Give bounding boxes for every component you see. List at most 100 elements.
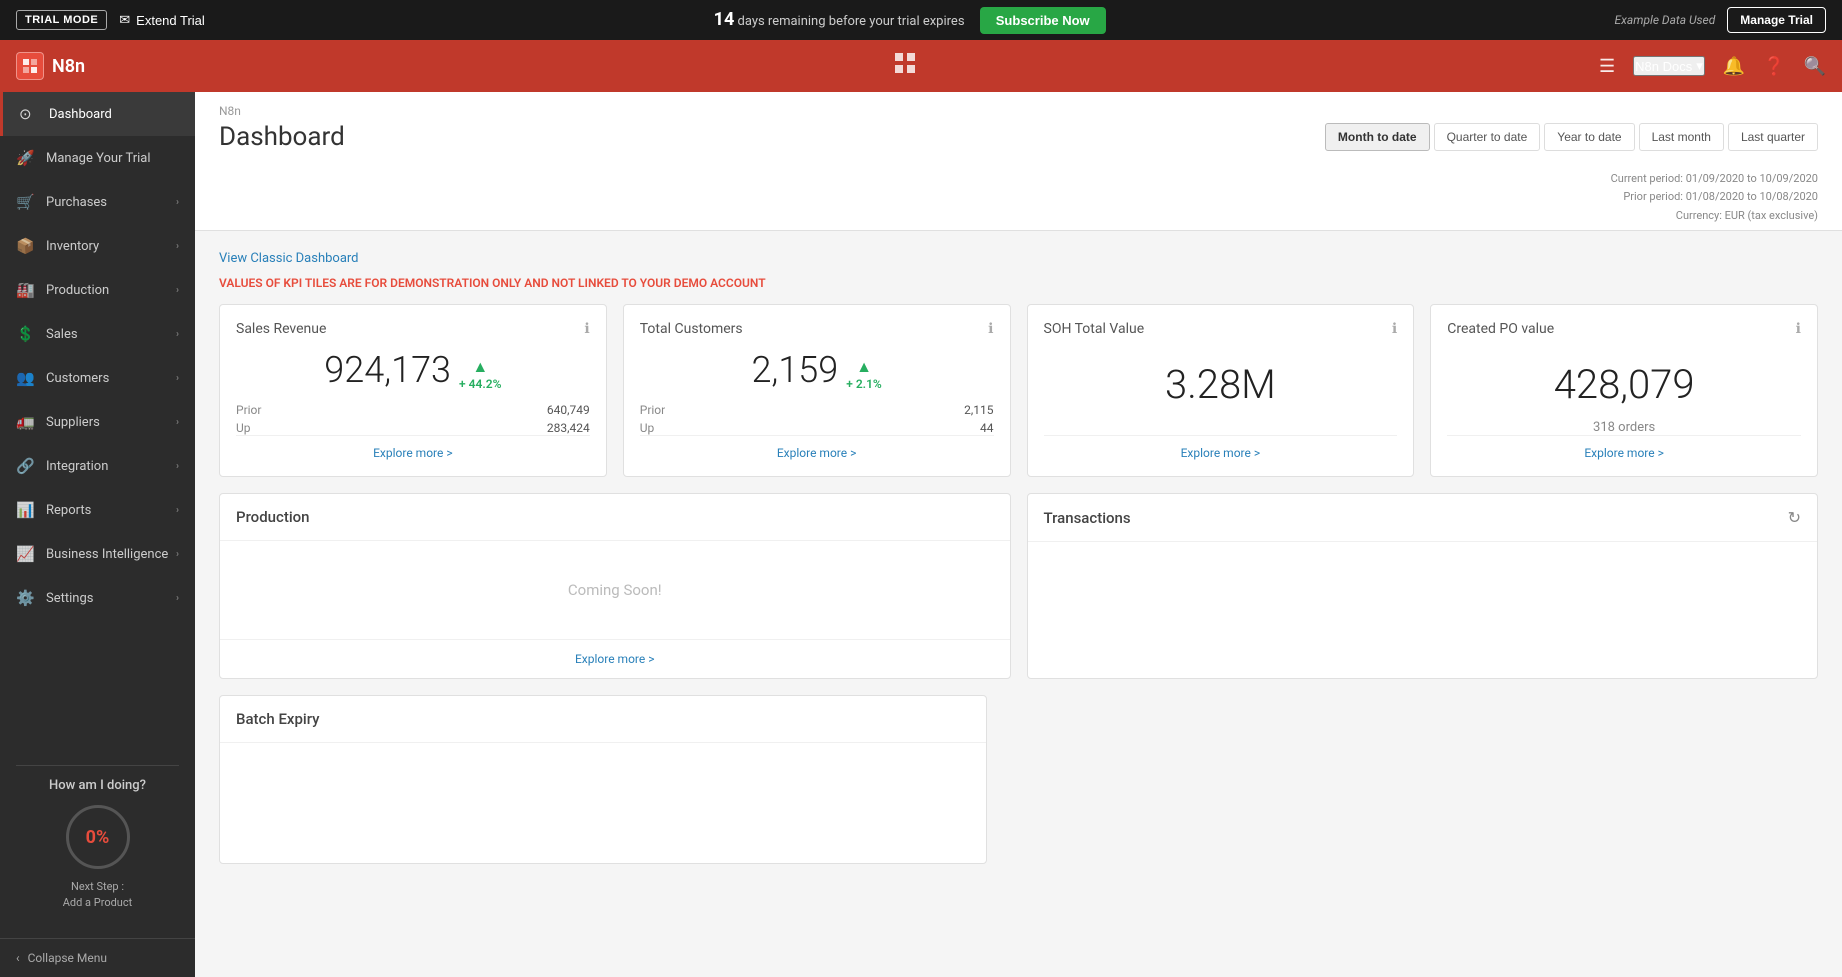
sidebar-item-label: Purchases	[46, 195, 176, 210]
sidebar-item-label: Manage Your Trial	[46, 151, 179, 166]
currency-info: Currency: EUR (tax exclusive)	[219, 209, 1818, 230]
trial-bar: TRIAL MODE ✉ Extend Trial 14 days remain…	[0, 0, 1842, 40]
filter-month-to-date[interactable]: Month to date	[1325, 123, 1430, 151]
sidebar-item-inventory[interactable]: 📦 Inventory ›	[0, 224, 195, 268]
up-label: Up	[640, 421, 813, 435]
sidebar-item-label: Sales	[46, 327, 176, 342]
coming-soon-body: Coming Soon!	[220, 541, 1010, 639]
kpi-prior-row: Prior 640,749 Up 283,424	[236, 403, 590, 435]
collapse-menu-button[interactable]: ‹ Collapse Menu	[0, 938, 195, 977]
filter-last-quarter[interactable]: Last quarter	[1728, 123, 1818, 151]
kpi-main-value: 924,173	[324, 349, 451, 391]
kpi-header: Sales Revenue ℹ	[236, 321, 590, 337]
kpi-header: SOH Total Value ℹ	[1044, 321, 1398, 337]
how-am-i-doing: How am I doing? 0% Next Step : Add a Pro…	[16, 765, 179, 922]
breadcrumb: N8n	[219, 104, 1818, 118]
chevron-right-icon: ›	[176, 593, 179, 604]
progress-percentage: 0%	[86, 827, 110, 848]
filter-quarter-to-date[interactable]: Quarter to date	[1434, 123, 1541, 151]
filter-last-month[interactable]: Last month	[1639, 123, 1724, 151]
help-icon[interactable]: ❓	[1763, 56, 1785, 77]
page-header: N8n Dashboard Month to date Quarter to d…	[195, 92, 1842, 231]
explore-link[interactable]: Explore more >	[640, 435, 994, 460]
sidebar-item-settings[interactable]: ⚙️ Settings ›	[0, 576, 195, 620]
info-icon[interactable]: ℹ	[1392, 321, 1397, 337]
sidebar-item-suppliers[interactable]: 🚛 Suppliers ›	[0, 400, 195, 444]
chevron-right-icon: ›	[176, 285, 179, 296]
explore-link[interactable]: Explore more >	[1044, 435, 1398, 460]
filter-year-to-date[interactable]: Year to date	[1544, 123, 1634, 151]
sidebar-item-label: Inventory	[46, 239, 176, 254]
chevron-right-icon: ›	[176, 461, 179, 472]
email-icon: ✉	[119, 12, 130, 28]
manage-trial-button[interactable]: Manage Trial	[1727, 7, 1826, 33]
sidebar-item-business-intelligence[interactable]: 📈 Business Intelligence ›	[0, 532, 195, 576]
explore-link[interactable]: Explore more >	[1447, 435, 1801, 460]
sidebar-item-production[interactable]: 🏭 Production ›	[0, 268, 195, 312]
chevron-down-icon: ▾	[1696, 58, 1703, 74]
kpi-pct: + 2.1%	[846, 377, 882, 391]
sidebar-item-sales[interactable]: 💲 Sales ›	[0, 312, 195, 356]
page-title-row: Dashboard Month to date Quarter to date …	[219, 122, 1818, 164]
prior-label: Prior	[640, 403, 813, 417]
sidebar-item-customers[interactable]: 👥 Customers ›	[0, 356, 195, 400]
suppliers-icon: 🚛	[16, 413, 36, 431]
hamburger-icon[interactable]: ☰	[1599, 56, 1615, 77]
up-value: 283,424	[417, 421, 590, 435]
info-icon[interactable]: ℹ	[1796, 321, 1801, 337]
prior-value: 640,749	[417, 403, 590, 417]
kpi-title: Created PO value	[1447, 321, 1554, 337]
sidebar-item-dashboard[interactable]: ⊙ Dashboard	[0, 92, 195, 136]
extend-trial-button[interactable]: ✉ Extend Trial	[119, 12, 205, 28]
transactions-card: Transactions ↻	[1027, 493, 1819, 679]
production-card: Production Coming Soon! Explore more >	[219, 493, 1011, 679]
grid-icon[interactable]	[894, 52, 916, 80]
example-data-label: Example Data Used	[1615, 13, 1716, 27]
bottom-grid: Production Coming Soon! Explore more > T…	[219, 493, 1818, 679]
info-icon[interactable]: ℹ	[988, 321, 993, 337]
subscribe-now-button[interactable]: Subscribe Now	[980, 7, 1106, 34]
card-header: Transactions ↻	[1028, 494, 1818, 542]
integration-icon: 🔗	[16, 457, 36, 475]
chevron-right-icon: ›	[176, 549, 179, 560]
trial-mode-badge[interactable]: TRIAL MODE	[16, 10, 107, 30]
trial-message: 14 days remaining before your trial expi…	[217, 7, 1603, 34]
nav-center	[211, 52, 1599, 80]
kpi-sales-revenue: Sales Revenue ℹ 924,173 ▲ + 44.2% Prior …	[219, 304, 607, 477]
kpi-grid: Sales Revenue ℹ 924,173 ▲ + 44.2% Prior …	[219, 304, 1818, 477]
chevron-right-icon: ›	[176, 373, 179, 384]
info-icon[interactable]: ℹ	[584, 321, 589, 337]
sidebar-item-label: Production	[46, 283, 176, 298]
sidebar-item-manage-trial[interactable]: 🚀 Manage Your Trial	[0, 136, 195, 180]
bell-icon[interactable]: 🔔	[1723, 56, 1745, 77]
sidebar-item-reports[interactable]: 📊 Reports ›	[0, 488, 195, 532]
kpi-title: Total Customers	[640, 321, 743, 337]
batch-expiry-row: Batch Expiry	[219, 695, 1818, 864]
bi-icon: 📈	[16, 545, 36, 563]
demo-warning: VALUES OF KPI TILES ARE FOR DEMONSTRATIO…	[219, 276, 1818, 290]
sidebar-item-purchases[interactable]: 🛒 Purchases ›	[0, 180, 195, 224]
nav-right: ☰ N8n Docs ▾ 🔔 ❓ 🔍	[1599, 56, 1826, 77]
refresh-icon[interactable]: ↻	[1788, 508, 1801, 527]
chevron-right-icon: ›	[176, 241, 179, 252]
customers-icon: 👥	[16, 369, 36, 387]
docs-button[interactable]: N8n Docs ▾	[1633, 56, 1705, 76]
up-label: Up	[236, 421, 409, 435]
classic-dashboard-link[interactable]: View Classic Dashboard	[219, 251, 359, 266]
logo-text: N8n	[52, 56, 85, 77]
explore-link[interactable]: Explore more >	[236, 435, 590, 460]
search-icon[interactable]: 🔍	[1804, 56, 1826, 77]
logo-area: N8n	[16, 52, 211, 80]
trial-icon: 🚀	[16, 149, 36, 167]
sidebar: ⊙ Dashboard 🚀 Manage Your Trial 🛒 Purcha…	[0, 92, 195, 977]
card-title: Batch Expiry	[236, 710, 320, 728]
explore-link[interactable]: Explore more >	[220, 639, 1010, 678]
collapse-chevron-icon: ‹	[16, 951, 20, 965]
sidebar-item-label: Reports	[46, 503, 176, 518]
kpi-title: Sales Revenue	[236, 321, 326, 337]
sidebar-item-label: Customers	[46, 371, 176, 386]
sidebar-item-integration[interactable]: 🔗 Integration ›	[0, 444, 195, 488]
prior-label: Prior	[236, 403, 409, 417]
sidebar-item-label: Settings	[46, 591, 176, 606]
inventory-icon: 📦	[16, 237, 36, 255]
